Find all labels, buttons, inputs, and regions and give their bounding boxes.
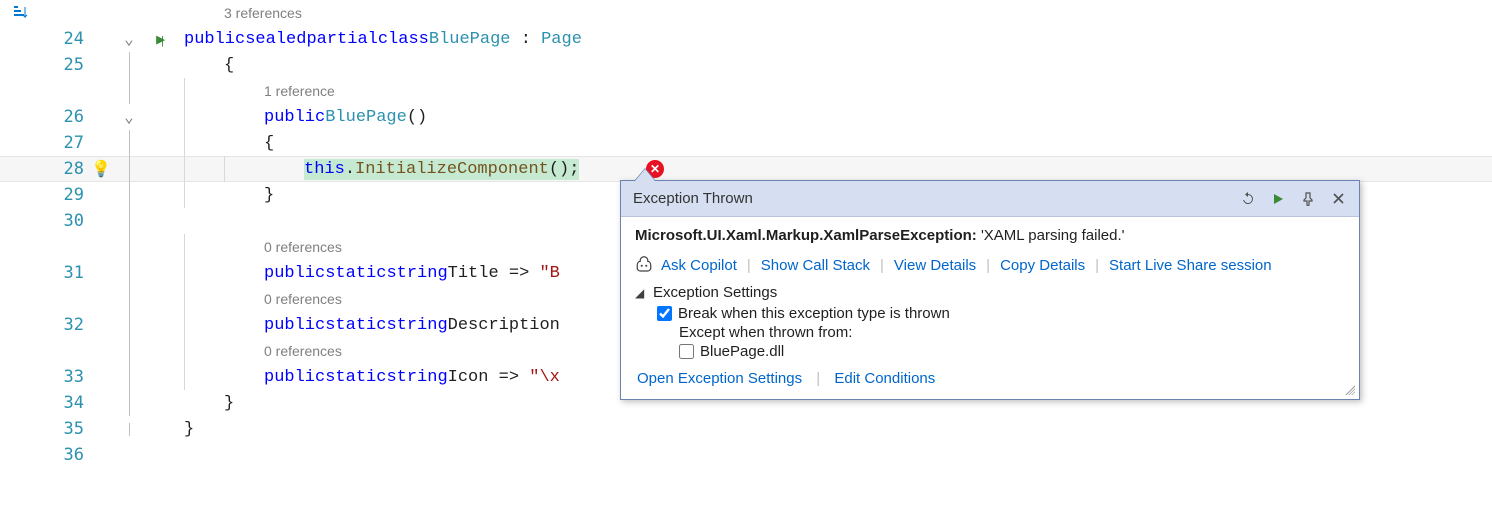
exception-action-links: Ask Copilot | Show Call Stack | View Det… [635, 256, 1345, 274]
codelens-row: 1 reference [0, 78, 1492, 104]
line-number: 26 [40, 107, 90, 127]
edit-conditions-link[interactable]: Edit Conditions [832, 370, 937, 387]
pin-icon[interactable] [1295, 186, 1321, 212]
break-on-exception-label: Break when this exception type is thrown [678, 305, 950, 322]
copilot-icon [635, 256, 653, 274]
type-name: Page [541, 30, 582, 49]
except-when-thrown-label: Except when thrown from: [657, 324, 1345, 341]
keyword: partial [306, 30, 377, 49]
show-call-stack-link[interactable]: Show Call Stack [759, 257, 872, 274]
exception-message: Microsoft.UI.Xaml.Markup.XamlParseExcept… [635, 227, 1345, 244]
code-line[interactable]: 26 ⌄ public BluePage() [0, 104, 1492, 130]
break-on-exception-checkbox[interactable] [657, 306, 672, 321]
line-number: 25 [40, 55, 90, 75]
expander-triangle-icon: ◢ [635, 286, 649, 300]
exception-popup: Exception Thrown Microsoft.UI.Xaml.Marku… [620, 180, 1360, 400]
line-number: 24 [40, 29, 90, 49]
start-live-share-link[interactable]: Start Live Share session [1107, 257, 1274, 274]
exception-title: Exception Thrown [633, 190, 1231, 207]
code-line[interactable]: 36 [0, 442, 1492, 468]
close-icon[interactable] [1325, 186, 1351, 212]
line-number: 27 [40, 133, 90, 153]
line-number: 28 [40, 159, 90, 179]
code-line[interactable]: 24 ⌄ ▶| public sealed partial class Blue… [0, 26, 1492, 52]
margin-glyph [0, 4, 40, 22]
type-name: BluePage [429, 30, 511, 49]
code-line[interactable]: 27 { [0, 130, 1492, 156]
continue-icon[interactable] [1265, 186, 1291, 212]
history-icon[interactable] [1235, 186, 1261, 212]
line-number: 30 [40, 211, 90, 231]
exception-settings-expander[interactable]: ◢ Exception Settings [635, 284, 1345, 301]
line-number: 33 [40, 367, 90, 387]
keyword: public [184, 30, 245, 49]
except-module-label: BluePage.dll [700, 343, 784, 360]
codelens-references[interactable]: 3 references [224, 5, 302, 21]
resize-grip-icon[interactable] [1343, 383, 1355, 395]
except-module-checkbox-row[interactable]: BluePage.dll [657, 343, 1345, 360]
copy-details-link[interactable]: Copy Details [998, 257, 1087, 274]
codelens-references[interactable]: 0 references [264, 239, 342, 255]
codelens-row: 3 references [0, 0, 1492, 26]
line-number: 31 [40, 263, 90, 283]
break-on-exception-checkbox-row[interactable]: Break when this exception type is thrown [657, 305, 1345, 322]
keyword: class [378, 30, 429, 49]
code-line[interactable]: 25 { [0, 52, 1492, 78]
type-name: BluePage [325, 108, 407, 127]
exception-popup-header: Exception Thrown [621, 181, 1359, 217]
line-number: 29 [40, 185, 90, 205]
execution-pointer-icon: ▶| [156, 30, 166, 49]
keyword: public [264, 108, 325, 127]
current-exception-line[interactable]: 28 💡 this.InitializeComponent(); ✕ [0, 156, 1492, 182]
sort-icon[interactable] [11, 4, 29, 22]
lightbulb-icon[interactable]: 💡 [91, 159, 111, 179]
chevron-down-icon[interactable]: ⌄ [124, 29, 134, 49]
codelens-references[interactable]: 0 references [264, 343, 342, 359]
line-number: 32 [40, 315, 90, 335]
except-module-checkbox[interactable] [679, 344, 694, 359]
codelens-references[interactable]: 1 reference [264, 83, 335, 99]
chevron-down-icon[interactable]: ⌄ [124, 107, 134, 127]
codelens-references[interactable]: 0 references [264, 291, 342, 307]
line-number: 34 [40, 393, 90, 413]
line-number: 35 [40, 419, 90, 439]
keyword: sealed [245, 30, 306, 49]
line-number: 36 [40, 445, 90, 465]
view-details-link[interactable]: View Details [892, 257, 978, 274]
ask-copilot-link[interactable]: Ask Copilot [659, 257, 739, 274]
code-editor[interactable]: 3 references 24 ⌄ ▶| public sealed parti… [0, 0, 1492, 512]
open-exception-settings-link[interactable]: Open Exception Settings [635, 370, 804, 387]
code-line[interactable]: 35 } [0, 416, 1492, 442]
highlighted-statement: this.InitializeComponent(); [304, 159, 579, 180]
